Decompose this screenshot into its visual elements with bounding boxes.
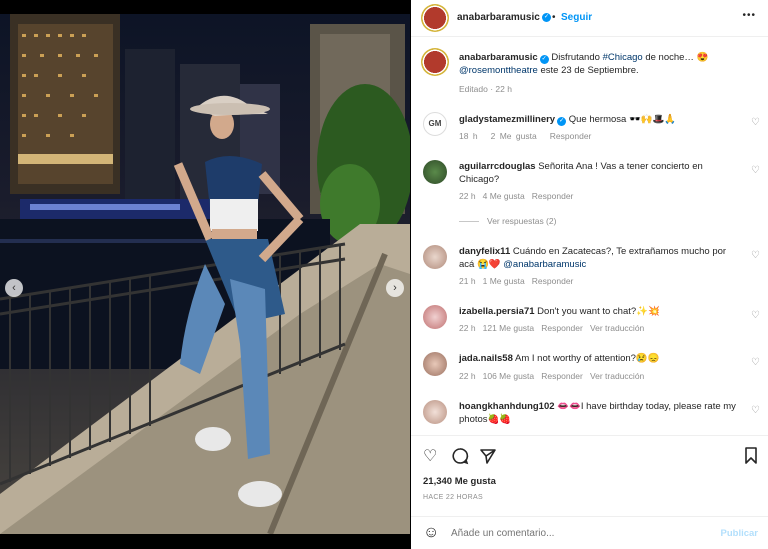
post-photo[interactable]: ‹ › [0,14,410,534]
comment-meta: 22 h 4 Me gusta Responder [459,191,573,201]
caption-text-mid: de noche… 😍 [642,52,709,63]
reply-button[interactable]: Responder [532,276,574,286]
view-replies-label[interactable]: Ver respuestas (2) [487,216,556,226]
comment-avatar[interactable] [423,400,447,424]
caption-edited-time: Editado · 22 h [459,84,512,94]
comment-time: 22 h [459,323,476,333]
comment-text: hoangkhanhdung102 👄👄I have birthday toda… [459,400,739,426]
comment-time: 21 h [459,276,476,286]
save-bookmark-icon[interactable] [744,447,758,464]
comment-likes[interactable]: 2 Me gusta [491,131,537,141]
comment-time: 22 h [459,371,476,381]
comment-like-heart-icon[interactable]: ♡ [751,165,760,176]
comment-input[interactable] [451,524,711,542]
comment-time: 22 h [459,191,476,201]
emoji-icon[interactable]: ☺ [423,524,439,542]
header-divider [411,36,768,37]
caption-text-post: este 23 de Septiembre. [537,65,639,76]
mention-link[interactable]: @rosemonttheatre [459,65,538,76]
publish-button[interactable]: Publicar [721,528,759,539]
comment-body: Que hermosa 🕶️🙌🎩🙏 [568,114,677,125]
caption-avatar[interactable] [421,48,449,76]
comment-verified-icon: ✓ [557,117,567,126]
comment-avatar[interactable] [423,305,447,329]
comment-text: gladystamezmillinery ✓ Que hermosa 🕶️🙌🎩🙏 [459,113,739,126]
comment-text: danyfelix11 Cuándo en Zacatecas?, Te ext… [459,245,739,271]
comment-avatar[interactable] [423,352,447,376]
comment-username[interactable]: izabella.persia71 [459,306,535,317]
comment-likes[interactable]: 106 Me gusta [483,371,535,381]
previous-photo-button[interactable]: ‹ [5,279,23,297]
comment-bubble-icon[interactable] [451,447,469,465]
author-avatar[interactable] [421,4,449,32]
next-photo-button[interactable]: › [386,279,404,297]
caption-text-pre: Disfrutando [548,52,603,63]
reply-button[interactable]: Responder [550,131,592,141]
comment-body: Don't you want to chat?✨💥 [537,306,660,317]
comment-likes[interactable]: 4 Me gusta [483,191,525,201]
comment-avatar[interactable]: GM [423,112,447,136]
comment-avatar[interactable] [423,245,447,269]
like-heart-icon[interactable]: ♡ [423,446,437,466]
comment-text: aguilarrcdouglas Señorita Ana ! Vas a te… [459,160,729,186]
caption-verified-icon: ✓ [539,55,549,64]
comment-avatar[interactable] [423,160,447,184]
reply-button[interactable]: Responder [541,371,583,381]
share-send-icon[interactable] [479,447,497,465]
comment-time: 18 h [459,131,478,141]
comment-like-heart-icon[interactable]: ♡ [751,310,760,321]
comment-text: izabella.persia71 Don't you want to chat… [459,305,739,318]
comment-meta: 21 h 1 Me gusta Responder [459,276,573,286]
follow-button[interactable]: Seguir [561,12,592,23]
comment-username[interactable]: aguilarrcdouglas [459,161,536,172]
night-cityscape-photo [0,14,410,534]
comment-like-heart-icon[interactable]: ♡ [751,117,760,128]
author-username[interactable]: anabarbaramusic [457,12,540,23]
comment-meta: 18 h 2 Me gusta Responder [459,131,591,141]
translate-button[interactable]: Ver traducción [590,371,644,381]
actions-divider [411,435,768,436]
reply-button[interactable]: Responder [541,323,583,333]
reply-button[interactable]: Responder [532,191,574,201]
post-header: anabarbaramusic ✓ • Seguir ••• [411,0,768,36]
comment-meta: 22 h 121 Me gusta Responder Ver traducci… [459,323,644,333]
comment-likes[interactable]: 121 Me gusta [483,323,535,333]
post-timestamp[interactable]: HACE 22 HORAS [423,494,483,501]
replies-line [459,221,479,223]
comment-text: jada.nails58 Am I not worthy of attentio… [459,352,739,365]
dot-separator: • [552,12,556,23]
comment-likes[interactable]: 1 Me gusta [483,276,525,286]
comment-box: ☺ Publicar [411,517,768,549]
verified-badge-icon: ✓ [542,13,551,22]
comment-username[interactable]: gladystamezmillinery [459,114,555,125]
comment-like-heart-icon[interactable]: ♡ [751,357,760,368]
view-replies-button[interactable]: Ver respuestas (2) [459,216,556,226]
comment-like-heart-icon[interactable]: ♡ [751,250,760,261]
comment-meta: 22 h 106 Me gusta Responder Ver traducci… [459,371,644,381]
comment-username[interactable]: danyfelix11 [459,246,510,257]
comment-username[interactable]: jada.nails58 [459,353,513,364]
hashtag-link[interactable]: #Chicago [603,52,643,63]
comment-like-heart-icon[interactable]: ♡ [751,405,760,416]
post-side-panel: anabarbaramusic ✓ • Seguir ••• anabarbar… [411,0,768,549]
caption-text: anabarbaramusic ✓ Disfrutando #Chicago de… [459,51,754,77]
instagram-post-window: ‹ › anabarbaramusic ✓ • Seguir ••• anaba… [0,0,768,549]
comment-body: Am I not worthy of attention?😢😞 [515,353,660,364]
likes-count[interactable]: 21,340 Me gusta [423,476,496,487]
translate-button[interactable]: Ver traducción [590,323,644,333]
comment-username[interactable]: hoangkhanhdung102 [459,401,555,412]
caption-username[interactable]: anabarbaramusic [459,52,538,63]
comment-mention-link[interactable]: @anabarbaramusic [503,259,586,270]
more-options-icon[interactable]: ••• [742,10,756,21]
